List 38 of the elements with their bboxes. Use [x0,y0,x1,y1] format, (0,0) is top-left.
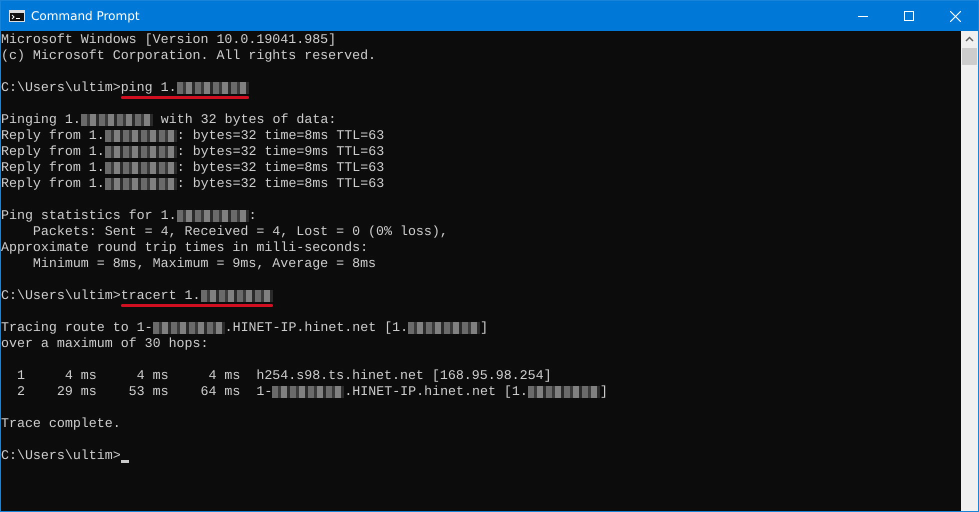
console-text: (c) Microsoft Corporation. All rights reserved. [1,48,376,64]
console-text: Reply from 1. [1,160,105,176]
console-text: Packets: Sent = 4, Received = 4, Lost = 0 (0% loss), [32,224,448,240]
console-text: Reply from 1. [1,176,105,192]
console-text: : bytes=32 time=8ms TTL=63 [176,176,384,192]
maximize-icon [904,11,914,21]
console-text: tracert 1. [120,288,200,304]
prompt-text: C:\Users\ultim> [1,448,121,464]
console-text: Approximate round trip times in milli-seconds: [1,240,368,256]
console-text: .HINET-IP.hinet.net [1. [344,384,528,400]
console-text: ping 1. [120,80,177,96]
console-text: Reply from 1. [1,128,105,144]
prompt-text: C:\Users\ultim> [1,288,121,304]
redacted-block [200,290,272,302]
console-text: Reply from 1. [1,144,105,160]
console-text: Ping statistics for 1. [1,208,177,224]
console-text: ] [600,384,608,400]
console-text: Microsoft Windows [Version 10.0.19041.985] [1,32,336,48]
prompt-text: C:\Users\ultim> [1,80,121,96]
terminal-icon [9,10,25,22]
console-text: : bytes=32 time=8ms TTL=63 [176,128,384,144]
console-text: Tracing route to 1- [1,320,153,336]
console-text: over a maximum of 30 hops: [1,336,208,352]
window-title: Command Prompt [31,9,141,23]
console-text: .HINET-IP.hinet.net [1. [224,320,408,336]
scrollbar[interactable] [961,31,978,511]
console-text: with 32 bytes of data: [160,112,336,128]
console-text: Pinging 1. [1,112,81,128]
console-text: ] [480,320,488,336]
console-text: : bytes=32 time=8ms TTL=63 [176,160,384,176]
console-text: Trace complete. [1,416,121,432]
console-text: 1 4 ms 4 ms 4 ms h254.s98.ts.hinet.net [168.95.98.254] [16,368,552,384]
console-text: : bytes=32 time=9ms TTL=63 [176,144,384,160]
console-text: Minimum = 8ms, Maximum = 9ms, Average = 8ms [32,256,376,272]
close-icon [950,10,960,22]
console-text: : [248,208,257,224]
console-text: 2 29 ms 53 ms 64 ms 1- [16,384,272,400]
scroll-thumb[interactable] [962,48,977,65]
